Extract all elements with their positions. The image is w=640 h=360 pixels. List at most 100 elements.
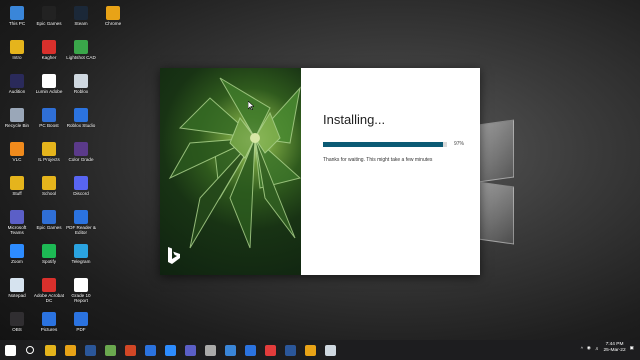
- desktop-icon-label: Lumin Adobe: [35, 89, 63, 94]
- search-button[interactable]: [20, 340, 40, 360]
- taskbar-app-paint[interactable]: [260, 340, 280, 360]
- desktop-icon[interactable]: PC Boost: [33, 108, 65, 128]
- desktop-icon[interactable]: Microsoft Teams: [1, 210, 33, 235]
- computer-icon: [10, 6, 24, 20]
- desktop-icon[interactable]: Adobe Acrobat DC: [33, 278, 65, 303]
- word-icon: [284, 344, 296, 356]
- desktop-icon-label: Stuff: [12, 191, 22, 196]
- pdf-icon: [74, 312, 88, 326]
- desktop-icon-label: Pictures: [40, 327, 58, 332]
- taskbar-clock[interactable]: 7:44 PM 25-Mar-22: [604, 342, 626, 354]
- desktop-icon-label: Microsoft Teams: [7, 225, 27, 235]
- desktop-icon[interactable]: Stuff: [1, 176, 33, 196]
- desktop-icon[interactable]: Recycle Bin: [1, 108, 33, 128]
- desktop-icon-label: Epic Games: [36, 21, 62, 26]
- taskbar-app-pictures[interactable]: [140, 340, 160, 360]
- taskbar-app-office[interactable]: [300, 340, 320, 360]
- desktop-icon[interactable]: VLC: [1, 142, 33, 162]
- desktop-icon[interactable]: Steam: [65, 6, 97, 26]
- desktop-icon[interactable]: Lightshot CAD: [65, 40, 97, 60]
- steam-icon: [74, 6, 88, 20]
- desktop-icon[interactable]: Roblox Studio: [65, 108, 97, 128]
- taskbar-app-photos[interactable]: [220, 340, 240, 360]
- taskbar-app-roblox[interactable]: [320, 340, 340, 360]
- chrome-icon: [64, 344, 76, 356]
- desktop-icon[interactable]: School: [33, 176, 65, 196]
- folder-icon: [42, 142, 56, 156]
- office-icon: [304, 344, 316, 356]
- volume-icon[interactable]: ♬: [595, 346, 600, 351]
- desktop-icon-label: Steam: [74, 21, 88, 26]
- desktop-icon[interactable]: Discord: [65, 176, 97, 196]
- desktop-icon[interactable]: Intro: [1, 40, 33, 60]
- minecraft-icon: [104, 344, 116, 356]
- clock-date: 25-Mar-22: [603, 348, 626, 353]
- desktop-icon[interactable]: OBS: [1, 312, 33, 332]
- taskbar-app-minecraft[interactable]: [100, 340, 120, 360]
- folder-icon: [10, 40, 24, 54]
- app-icon: [42, 40, 56, 54]
- windows-icon: [4, 344, 16, 356]
- desktop-icon-label: OBS: [12, 327, 22, 332]
- roblox-icon: [324, 344, 336, 356]
- desktop-icon-label: Zoom: [11, 259, 23, 264]
- desktop-icon[interactable]: PDF Reader & Editor: [65, 210, 97, 235]
- taskbar-app-word[interactable]: [80, 340, 100, 360]
- search-icon: [26, 346, 34, 354]
- desktop-icon-label: Epic Games: [36, 225, 62, 230]
- taskbar-app-powerpoint[interactable]: [120, 340, 140, 360]
- progress-bar: [323, 142, 447, 147]
- desktop-icon-grid: This PC Epic Games Steam Chrome Intro Kagher L…: [0, 0, 121, 340]
- desktop-icon[interactable]: Lumin Adobe: [33, 74, 65, 94]
- taskbar-app-teams[interactable]: [180, 340, 200, 360]
- desktop-icon[interactable]: Grade 10 Report: [65, 278, 97, 303]
- recycle-bin-icon: [10, 108, 24, 122]
- wallpaper-windows-logo: [478, 118, 538, 248]
- app-icon: [42, 210, 56, 224]
- desktop-icon[interactable]: Notepad: [1, 278, 33, 298]
- powerpoint-icon: [124, 344, 136, 356]
- desktop-icon[interactable]: Roblox: [65, 74, 97, 94]
- mouse-cursor-icon: [248, 101, 254, 110]
- desktop-icon-label: Audition: [8, 89, 26, 94]
- paint-icon: [264, 344, 276, 356]
- mail-icon: [244, 344, 256, 356]
- desktop-icon[interactable]: Color Grade: [65, 142, 97, 162]
- start-button[interactable]: [0, 340, 20, 360]
- system-tray: ^ ◉ ♬ 7:44 PM 25-Mar-22 ▣: [581, 342, 634, 354]
- desktop-icon[interactable]: Pictures: [33, 312, 65, 332]
- desktop-icon-label: PDF: [76, 327, 86, 332]
- document-icon: [74, 278, 88, 292]
- chevron-up-icon[interactable]: ^: [581, 346, 583, 351]
- desktop-icon[interactable]: Kagher: [33, 40, 65, 60]
- taskbar-app-settings[interactable]: [200, 340, 220, 360]
- desktop-icon[interactable]: Epic Games: [33, 210, 65, 230]
- app-icon: [74, 40, 88, 54]
- notification-icon[interactable]: ▣: [630, 345, 634, 351]
- bing-logo-icon: [168, 247, 180, 264]
- desktop-icon[interactable]: This PC: [1, 6, 33, 26]
- taskbar-app-zoom[interactable]: [160, 340, 180, 360]
- desktop-icon-label: This PC: [8, 21, 26, 26]
- gear-icon: [204, 344, 216, 356]
- taskbar-app-chrome[interactable]: [60, 340, 80, 360]
- desktop-icon[interactable]: Zoom: [1, 244, 33, 264]
- desktop-icon-label: Adobe Acrobat DC: [33, 293, 65, 303]
- app-icon: [10, 74, 24, 88]
- desktop-icon[interactable]: IL Projects: [33, 142, 65, 162]
- desktop-icon-label: Telegram: [71, 259, 91, 264]
- desktop-icon[interactable]: PDF: [65, 312, 97, 332]
- taskbar-pinned-apps: [0, 340, 340, 360]
- pictures-icon: [42, 312, 56, 326]
- acrobat-icon: [42, 278, 56, 292]
- taskbar-app-mail[interactable]: [240, 340, 260, 360]
- desktop-icon-label: Lightshot CAD: [66, 55, 96, 60]
- desktop-icon[interactable]: Audition: [1, 74, 33, 94]
- taskbar-app-explorer[interactable]: [40, 340, 60, 360]
- desktop-icon[interactable]: Epic Games: [33, 6, 65, 26]
- desktop-icon[interactable]: Telegram: [65, 244, 97, 264]
- wifi-icon[interactable]: ◉: [587, 345, 591, 351]
- taskbar-app-word2[interactable]: [280, 340, 300, 360]
- desktop-icon[interactable]: Spotify: [33, 244, 65, 264]
- desktop-icon[interactable]: Chrome: [97, 6, 129, 26]
